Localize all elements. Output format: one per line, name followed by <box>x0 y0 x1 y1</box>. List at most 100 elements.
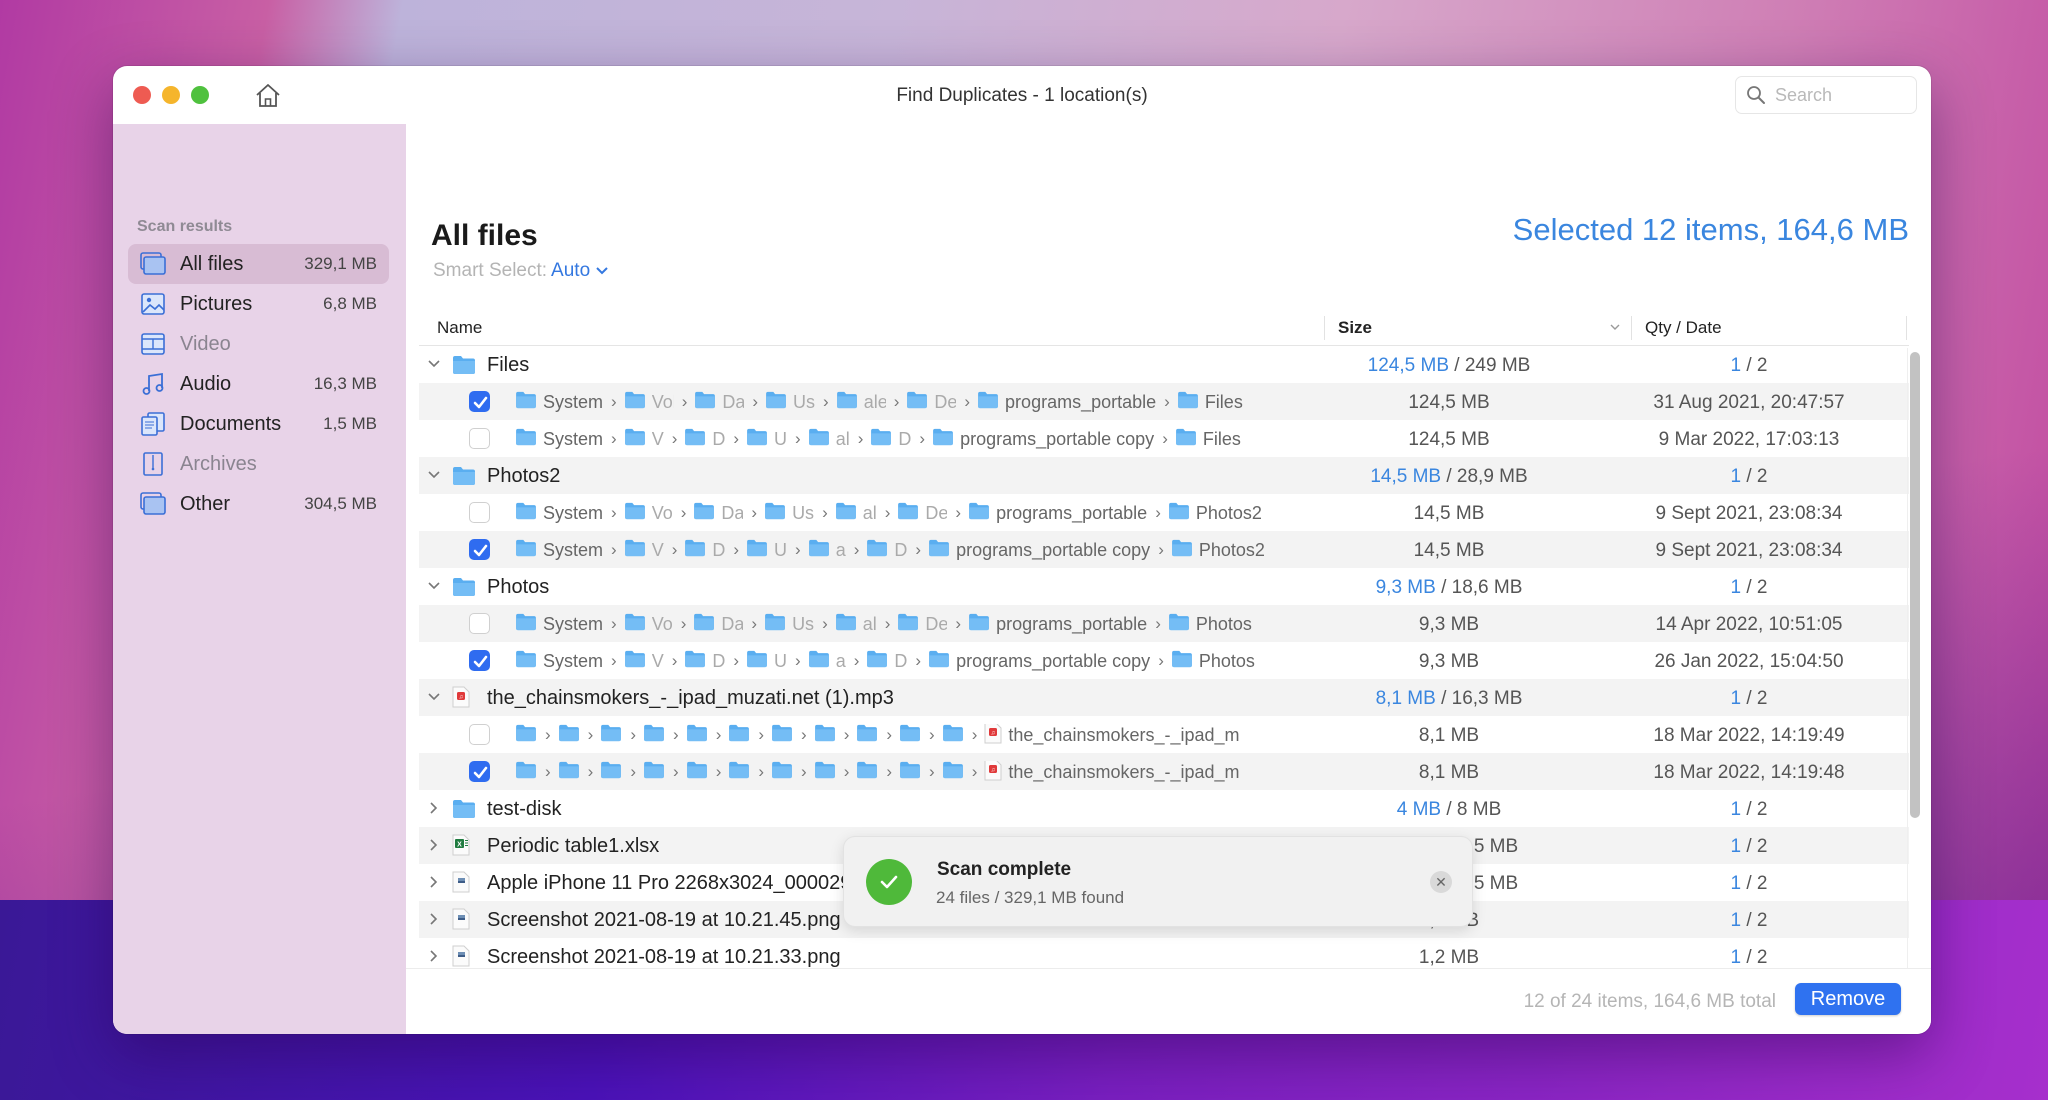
duplicate-file-row[interactable]: › › › › › › › › › › › ♫ the_chainsmokers… <box>419 716 1909 753</box>
folder-icon <box>728 761 750 783</box>
duplicate-file-row[interactable]: System › Vo › Da › Us › al › De › progra… <box>419 605 1909 642</box>
select-checkbox[interactable] <box>469 613 490 634</box>
duplicate-file-row[interactable]: System › Vol › Da › Us › ale › De <box>419 383 1909 420</box>
chevron-down-icon[interactable] <box>426 578 442 594</box>
select-checkbox[interactable] <box>469 724 490 745</box>
select-checkbox[interactable] <box>469 761 490 782</box>
column-header-qty-date[interactable]: Qty / Date <box>1645 318 1722 338</box>
chevron-down-icon[interactable] <box>426 356 442 372</box>
smart-select-dropdown[interactable]: Smart Select: Auto <box>433 260 610 282</box>
sidebar-item-other[interactable]: Other 304,5 MB <box>128 484 389 524</box>
column-header-size[interactable]: Size <box>1338 318 1372 338</box>
path-segment: ale › <box>836 391 902 413</box>
sidebar-item-label: Audio <box>180 372 232 395</box>
app-window: Find Duplicates - 1 location(s) Scan res… <box>113 66 1931 1034</box>
sidebar-item-documents[interactable]: Documents 1,5 MB <box>128 404 389 444</box>
folder-icon <box>624 650 646 672</box>
chevron-right-icon: › <box>611 614 617 633</box>
column-divider[interactable] <box>1324 316 1325 340</box>
sort-chevron-icon[interactable] <box>1608 320 1622 334</box>
table-header: Name Size Qty / Date <box>419 308 1909 346</box>
path-segment: a › <box>808 650 862 672</box>
group-name: Photos <box>487 576 550 598</box>
search-input[interactable] <box>1775 84 1895 106</box>
date-cell: 31 Aug 2021, 20:47:57 <box>1653 392 1845 413</box>
chevron-right-icon: › <box>758 762 765 781</box>
remove-button[interactable]: Remove <box>1795 983 1901 1015</box>
total-qty: 2 <box>1756 799 1768 820</box>
duplicate-file-row[interactable]: System › V › D › U › a › D › programs_po… <box>419 531 1909 568</box>
chevron-down-icon[interactable] <box>426 689 442 705</box>
select-checkbox[interactable] <box>469 650 490 671</box>
selected-qty: 1 <box>1730 947 1742 968</box>
folder-icon <box>624 613 646 635</box>
sidebar-item-archives[interactable]: Archives <box>128 444 389 484</box>
chevron-right-icon: › <box>715 725 722 744</box>
group-row[interactable]: Photos2 14,5 MB / 28,9 MB 1 / 2 <box>419 457 1909 494</box>
duplicate-file-row[interactable]: System › V › D › U › a › D › programs_po… <box>419 642 1909 679</box>
date-cell: 18 Mar 2022, 14:19:48 <box>1653 762 1845 783</box>
folder-icon <box>928 650 950 672</box>
select-checkbox[interactable] <box>469 428 490 449</box>
path-segment: Photos2 <box>1171 539 1265 561</box>
sidebar-item-audio[interactable]: Audio 16,3 MB <box>128 364 389 404</box>
group-row[interactable]: Photos 9,3 MB / 18,6 MB 1 / 2 <box>419 568 1909 605</box>
total-qty: 2 <box>1756 873 1768 894</box>
chevron-right-icon: › <box>971 762 978 781</box>
group-row[interactable]: ♫ the_chainsmokers_-_ipad_muzati.net (1)… <box>419 679 1909 716</box>
path-segment: System › <box>515 428 619 450</box>
group-name: Files <box>487 354 530 376</box>
sidebar-item-label: Archives <box>180 452 257 475</box>
chevron-right-icon[interactable] <box>426 911 442 927</box>
total-qty: 2 <box>1756 466 1768 487</box>
path-segment: › <box>856 724 894 746</box>
qty-cell: 1 / 2 <box>1730 873 1768 894</box>
chevron-right-icon: › <box>1155 614 1161 633</box>
column-divider[interactable] <box>1631 316 1632 340</box>
select-checkbox[interactable] <box>469 539 490 560</box>
folder-icon <box>686 761 708 783</box>
column-header-name[interactable]: Name <box>437 318 482 338</box>
sidebar-item-pictures[interactable]: Pictures 6,8 MB <box>128 284 389 324</box>
chevron-right-icon[interactable] <box>426 874 442 890</box>
selected-size: 124,5 MB <box>1367 355 1449 376</box>
selected-qty: 1 <box>1730 466 1742 487</box>
group-row[interactable]: test-disk 4 MB / 8 MB 1 / 2 <box>419 790 1909 827</box>
size-cell: 9,3 MB <box>1418 651 1480 672</box>
folder-icon <box>684 428 706 450</box>
chevron-right-icon[interactable] <box>426 948 442 964</box>
file-path: System › V › D › U › al › D › programs_p… <box>515 428 1303 450</box>
duplicate-file-row[interactable]: System › Vo › Da › Us › al › De › progra… <box>419 494 1909 531</box>
folder-icon <box>558 724 580 746</box>
vertical-scrollbar[interactable] <box>1907 348 1920 978</box>
duplicate-file-row[interactable]: System › V › D › U › al › D › programs_p… <box>419 420 1909 457</box>
folder-icon <box>746 650 768 672</box>
checkmark-circle-icon <box>866 859 912 905</box>
smart-select-label: Smart Select: <box>433 260 548 281</box>
chevron-right-icon: › <box>857 429 864 448</box>
audio-file-icon: ♫ <box>452 686 470 713</box>
folder-icon <box>1177 391 1199 413</box>
select-checkbox[interactable] <box>469 391 490 412</box>
chevron-down-icon <box>596 267 608 275</box>
chevron-right-icon[interactable] <box>426 800 442 816</box>
date-cell: 9 Mar 2022, 17:03:13 <box>1658 429 1840 450</box>
folder-icon <box>728 724 750 746</box>
chevron-right-icon: › <box>671 540 678 559</box>
toast-close-button[interactable]: ✕ <box>1430 871 1452 893</box>
size-cell: 124,5 MB <box>1408 392 1490 413</box>
chevron-down-icon[interactable] <box>426 467 442 483</box>
select-checkbox[interactable] <box>469 502 490 523</box>
folder-icon <box>693 502 715 524</box>
group-row[interactable]: Files 124,5 MB / 249 MB 1 / 2 <box>419 346 1909 383</box>
scrollbar-thumb[interactable] <box>1910 352 1920 818</box>
folder-icon <box>771 761 793 783</box>
search-field[interactable] <box>1735 76 1917 114</box>
chevron-right-icon[interactable] <box>426 837 442 853</box>
sidebar-item-size: 329,1 MB <box>304 254 377 273</box>
sidebar-item-video[interactable]: Video <box>128 324 389 364</box>
sidebar-item-all-files[interactable]: All files 329,1 MB <box>128 244 389 284</box>
folder-icon <box>515 650 537 672</box>
chevron-right-icon: › <box>630 762 637 781</box>
duplicate-file-row[interactable]: › › › › › › › › › › › ♫ the_chainsmokers… <box>419 753 1909 790</box>
